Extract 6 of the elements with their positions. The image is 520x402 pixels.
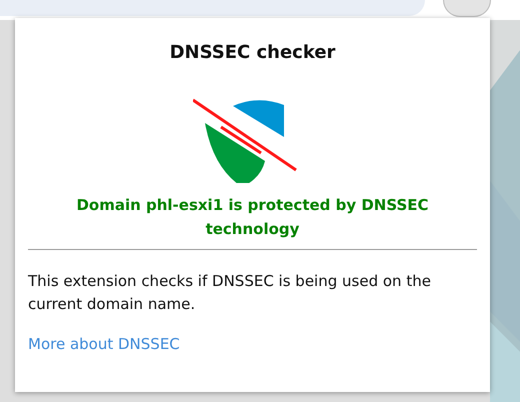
more-link[interactable]: More about DNSSEC xyxy=(28,335,180,353)
address-bar[interactable] xyxy=(0,0,425,16)
status-message: Domain phl-esxi1 is protected by DNSSEC technology xyxy=(75,195,430,240)
extension-button[interactable] xyxy=(443,0,491,17)
popup-title: DNSSEC checker xyxy=(168,42,336,63)
description-text: This extension checks if DNSSEC is being used on the current domain name. xyxy=(28,271,432,315)
